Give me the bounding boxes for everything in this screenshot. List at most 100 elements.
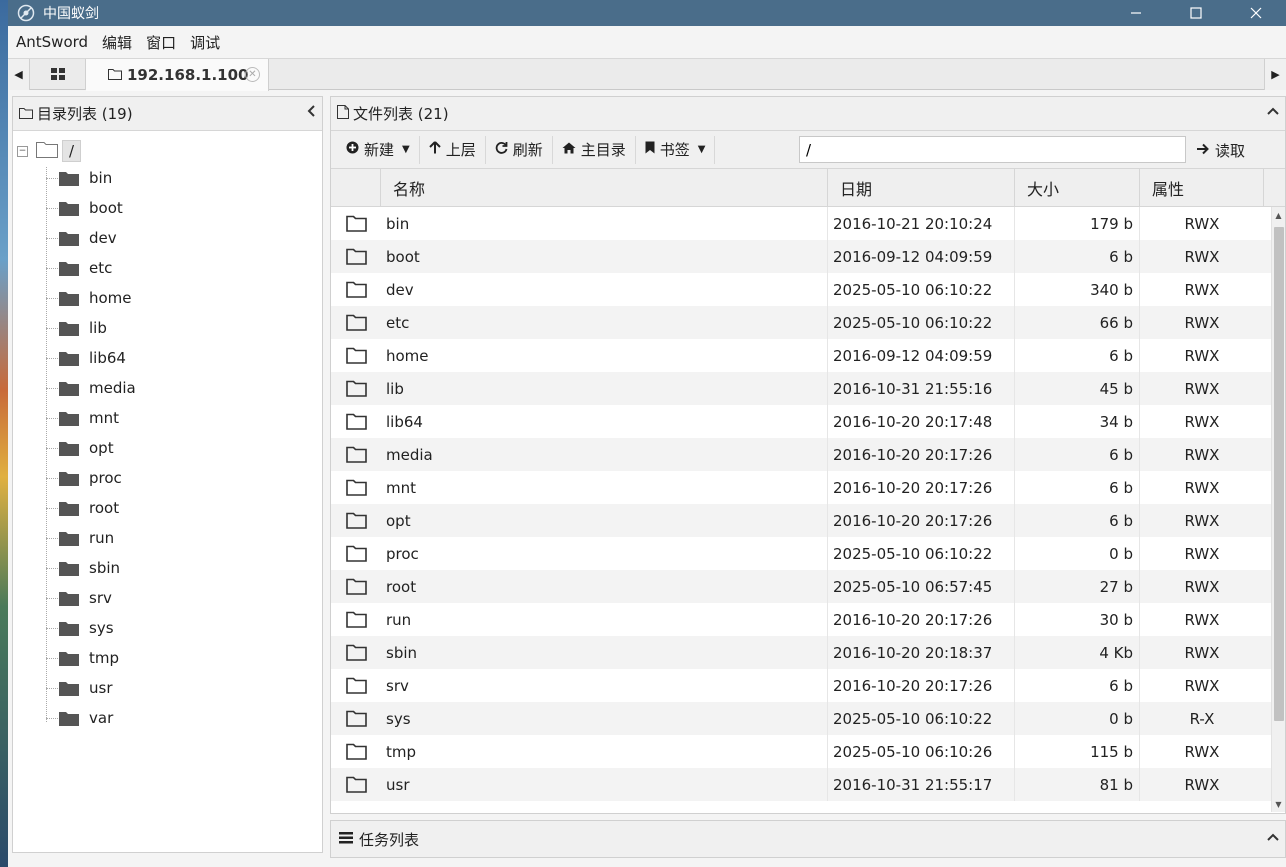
folder-outline-icon	[331, 735, 381, 768]
folder-icon	[59, 681, 79, 696]
tree-item-label: sys	[89, 619, 114, 637]
folder-icon	[59, 501, 79, 516]
collapse-up-icon[interactable]	[1267, 831, 1279, 846]
up-button[interactable]: 上层	[420, 135, 486, 164]
refresh-button[interactable]: 刷新	[486, 135, 553, 164]
tab-scroll-right-button[interactable]: ▶	[1264, 59, 1286, 90]
tree-item[interactable]: tmp	[13, 643, 322, 673]
tree-item[interactable]: root	[13, 493, 322, 523]
tab-home[interactable]	[30, 59, 86, 90]
menu-edit[interactable]: 编辑	[102, 32, 132, 53]
file-row[interactable]: boot 2016-09-12 04:09:59 6 b RWX	[331, 240, 1285, 273]
file-row[interactable]: root 2025-05-10 06:57:45 27 b RWX	[331, 570, 1285, 603]
tab-shell-session[interactable]: 192.168.1.100 ✕	[86, 59, 269, 91]
plus-circle-icon	[346, 141, 359, 158]
path-input[interactable]	[799, 136, 1186, 163]
new-button[interactable]: 新建 ▼	[337, 135, 420, 164]
collapse-up-icon[interactable]	[1267, 105, 1279, 120]
file-row[interactable]: sys 2025-05-10 06:10:22 0 b R-X	[331, 702, 1285, 735]
tree-collapse-toggle[interactable]: −	[17, 145, 28, 157]
menu-antsword[interactable]: AntSword	[16, 33, 88, 51]
file-row[interactable]: proc 2025-05-10 06:10:22 0 b RWX	[331, 537, 1285, 570]
tree-item[interactable]: media	[13, 373, 322, 403]
home-label: 主目录	[580, 141, 626, 159]
tab-scroll-left-button[interactable]: ◀	[8, 59, 30, 90]
folder-outline-icon	[331, 702, 381, 735]
tree-root-label: /	[62, 140, 82, 162]
file-row[interactable]: bin 2016-10-21 20:10:24 179 b RWX	[331, 207, 1285, 240]
tab-label: 192.168.1.100	[127, 66, 249, 84]
file-date: 2016-09-12 04:09:59	[828, 339, 1015, 372]
folder-outline-icon	[331, 438, 381, 471]
file-date: 2016-10-20 20:17:26	[828, 438, 1015, 471]
tab-close-icon[interactable]: ✕	[245, 67, 260, 82]
tree-item[interactable]: bin	[13, 163, 322, 193]
tree-item[interactable]: srv	[13, 583, 322, 613]
file-name: tmp	[381, 735, 828, 768]
scroll-up-arrow-icon[interactable]: ▲	[1272, 207, 1285, 223]
file-row[interactable]: dev 2025-05-10 06:10:22 340 b RWX	[331, 273, 1285, 306]
tree-item[interactable]: etc	[13, 253, 322, 283]
title-bar: 中国蚁剑	[8, 0, 1286, 26]
menu-window[interactable]: 窗口	[146, 32, 176, 53]
tree-item[interactable]: run	[13, 523, 322, 553]
maximize-button[interactable]	[1166, 0, 1226, 26]
file-row[interactable]: lib64 2016-10-20 20:17:48 34 b RWX	[331, 405, 1285, 438]
file-row[interactable]: lib 2016-10-31 21:55:16 45 b RWX	[331, 372, 1285, 405]
file-name: home	[381, 339, 828, 372]
tree-item[interactable]: sys	[13, 613, 322, 643]
tree-item[interactable]: home	[13, 283, 322, 313]
file-list-scrollbar[interactable]: ▲ ▼	[1271, 207, 1285, 812]
tree-root[interactable]: − /	[13, 139, 322, 163]
file-size: 179 b	[1015, 207, 1140, 240]
file-attr: RWX	[1184, 775, 1220, 794]
folder-outline-icon	[331, 504, 381, 537]
tree-item-label: bin	[89, 169, 113, 187]
file-row[interactable]: sbin 2016-10-20 20:18:37 4 Kb RWX	[331, 636, 1285, 669]
folder-outline-icon	[331, 537, 381, 570]
tree-item[interactable]: opt	[13, 433, 322, 463]
menu-debug[interactable]: 调试	[190, 32, 220, 53]
folder-outline-icon	[331, 570, 381, 603]
minimize-button[interactable]	[1106, 0, 1166, 26]
tree-item[interactable]: sbin	[13, 553, 322, 583]
folder-outline-icon	[331, 240, 381, 273]
file-row[interactable]: usr 2016-10-31 21:55:17 81 b RWX	[331, 768, 1285, 801]
column-header-date[interactable]: 日期	[828, 169, 1015, 206]
file-row[interactable]: run 2016-10-20 20:17:26 30 b RWX	[331, 603, 1285, 636]
tree-item-label: etc	[89, 259, 113, 277]
tree-item[interactable]: mnt	[13, 403, 322, 433]
column-header-size[interactable]: 大小	[1015, 169, 1140, 206]
caret-down-icon: ▼	[402, 144, 410, 155]
collapse-left-icon[interactable]	[307, 105, 316, 121]
file-row[interactable]: etc 2025-05-10 06:10:22 66 b RWX	[331, 306, 1285, 339]
scrollbar-thumb[interactable]	[1274, 227, 1284, 721]
tree-item[interactable]: proc	[13, 463, 322, 493]
file-date: 2025-05-10 06:10:22	[828, 537, 1015, 570]
close-button[interactable]	[1226, 0, 1286, 26]
bookmark-button[interactable]: 书签 ▼	[636, 135, 716, 164]
tree-item[interactable]: dev	[13, 223, 322, 253]
column-header-name[interactable]: 名称	[381, 169, 828, 206]
home-icon	[562, 142, 576, 158]
file-row[interactable]: opt 2016-10-20 20:17:26 6 b RWX	[331, 504, 1285, 537]
read-button[interactable]: 读取	[1196, 136, 1245, 164]
file-size: 30 b	[1015, 603, 1140, 636]
file-attr: RWX	[1184, 214, 1220, 233]
column-header-attr[interactable]: 属性	[1140, 169, 1264, 206]
file-row[interactable]: tmp 2025-05-10 06:10:26 115 b RWX	[331, 735, 1285, 768]
file-row[interactable]: mnt 2016-10-20 20:17:26 6 b RWX	[331, 471, 1285, 504]
home-button[interactable]: 主目录	[553, 135, 636, 164]
file-name: srv	[381, 669, 828, 702]
scroll-down-arrow-icon[interactable]: ▼	[1272, 796, 1285, 812]
tree-item[interactable]: usr	[13, 673, 322, 703]
tree-item[interactable]: boot	[13, 193, 322, 223]
file-date: 2016-10-20 20:17:26	[828, 603, 1015, 636]
file-row[interactable]: home 2016-09-12 04:09:59 6 b RWX	[331, 339, 1285, 372]
tree-item[interactable]: lib64	[13, 343, 322, 373]
file-row[interactable]: media 2016-10-20 20:17:26 6 b RWX	[331, 438, 1285, 471]
tree-item[interactable]: var	[13, 703, 322, 733]
tree-item[interactable]: lib	[13, 313, 322, 343]
file-row[interactable]: srv 2016-10-20 20:17:26 6 b RWX	[331, 669, 1285, 702]
file-size: 6 b	[1015, 471, 1140, 504]
